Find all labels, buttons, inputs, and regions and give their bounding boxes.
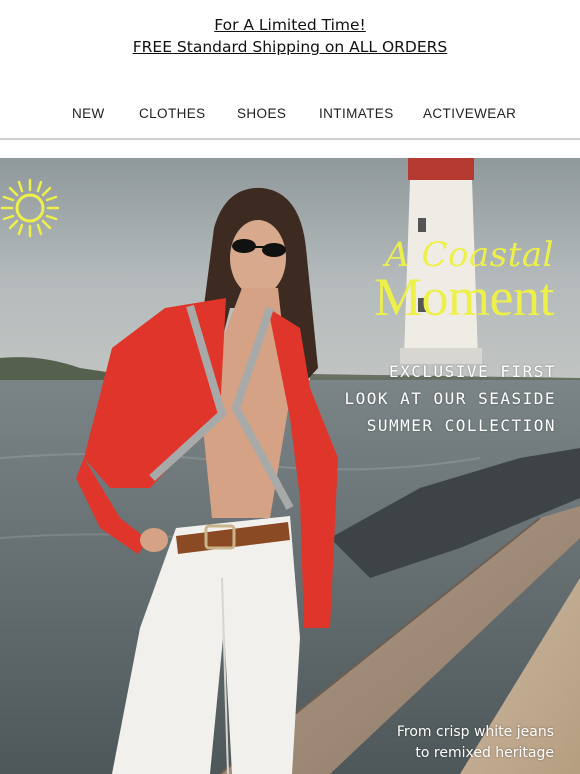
nav-item-intimates[interactable]: INTIMATES [319,106,394,121]
main-nav: NEW CLOTHES SHOES INTIMATES ACTIVEWEAR [0,106,580,130]
promo-banner: For A Limited Time! FREE Standard Shippi… [0,14,580,58]
hero-banner[interactable]: A Coastal Moment EXCLUSIVE FIRST LOOK AT… [0,158,580,774]
promo-line-1[interactable]: For A Limited Time! [0,14,580,36]
hero-subtitle: EXCLUSIVE FIRST LOOK AT OUR SEASIDE SUMM… [344,358,556,439]
nav-item-clothes[interactable]: CLOTHES [139,106,206,121]
sun-icon [0,178,60,238]
promo-line-2[interactable]: FREE Standard Shipping on ALL ORDERS [0,36,580,58]
nav-item-new[interactable]: NEW [72,106,105,121]
nav-item-shoes[interactable]: SHOES [237,106,286,121]
hero-subtitle-line: SUMMER COLLECTION [366,416,556,435]
hero-title-main: Moment [374,267,555,327]
hero-caption: From crisp white jeans to remixed herita… [397,722,554,764]
hero-headline: A Coastal Moment [374,236,555,327]
hero-subtitle-line: LOOK AT OUR SEASIDE [344,389,556,408]
hero-subtitle-line: EXCLUSIVE FIRST [389,362,556,381]
nav-item-activewear[interactable]: ACTIVEWEAR [423,106,516,121]
hero-caption-line: to remixed heritage [415,745,554,761]
nav-divider [0,138,580,140]
hero-caption-line: From crisp white jeans [396,724,554,740]
